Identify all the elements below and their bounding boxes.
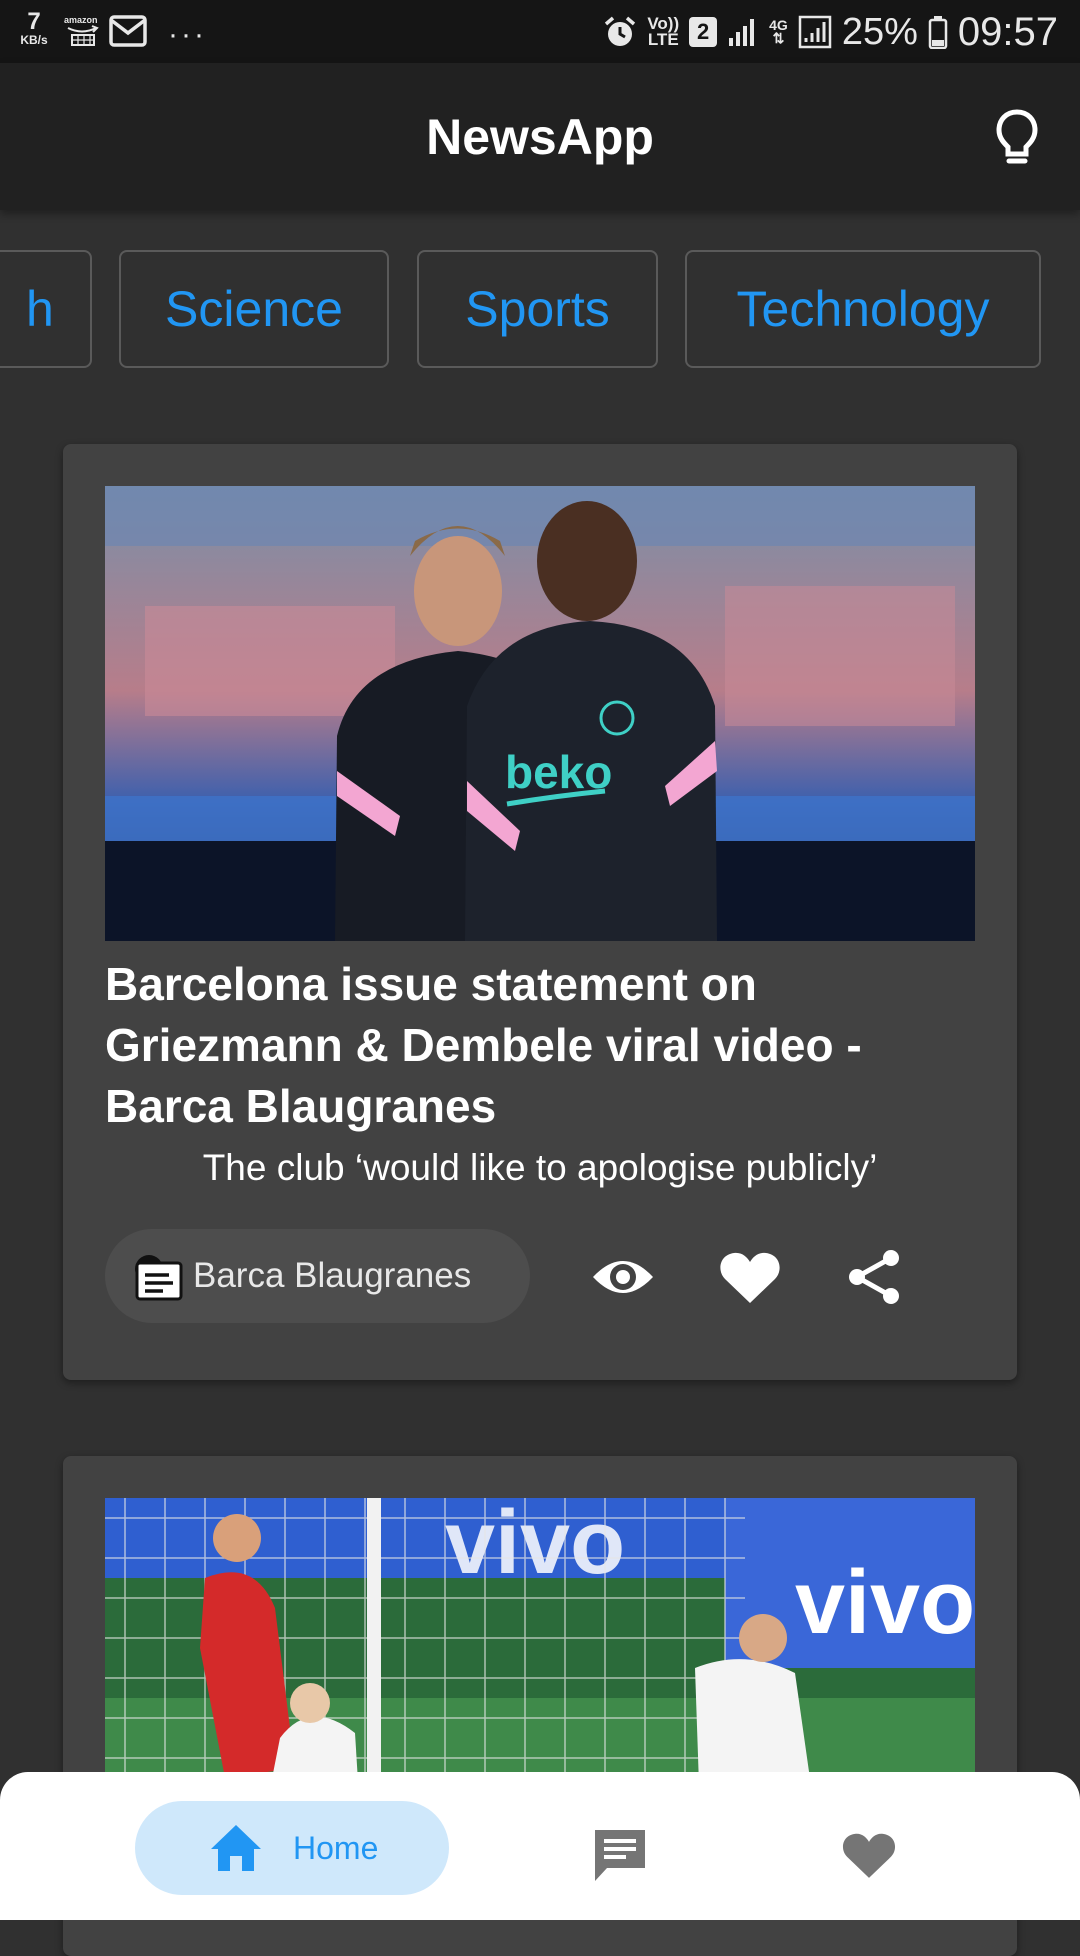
category-chips: h Science Sports Technology <box>0 210 1080 400</box>
category-chip-technology[interactable]: Technology <box>685 250 1041 368</box>
signal-box-icon <box>798 15 832 49</box>
svg-text:vivo: vivo <box>795 1553 975 1653</box>
article-image[interactable]: vivo vivo <box>105 1498 975 1814</box>
app-bar: NewsApp <box>0 63 1080 210</box>
net-speed: 7 KB/s <box>14 8 54 47</box>
clock: 09:57 <box>957 10 1058 54</box>
eye-icon[interactable] <box>590 1249 656 1305</box>
network-type: 4G ⇅ <box>769 19 788 46</box>
signal-icon <box>729 19 755 46</box>
home-icon <box>211 1825 261 1871</box>
chat-icon[interactable] <box>591 1826 649 1884</box>
status-bar: 7 KB/s amazon ··· Vo)) LTE 2 4G ⇅ 25% 09… <box>0 0 1080 63</box>
volte-bottom: LTE <box>647 30 679 49</box>
heart-icon[interactable] <box>840 1829 898 1881</box>
net-speed-unit: KB/s <box>20 33 48 47</box>
nav-home-label: Home <box>293 1830 379 1866</box>
source-chip[interactable]: Barca Blaugranes <box>105 1229 530 1323</box>
share-icon[interactable] <box>843 1249 909 1305</box>
svg-text:vivo: vivo <box>445 1498 625 1593</box>
volte-indicator: Vo)) LTE <box>647 15 679 49</box>
category-chip-science[interactable]: Science <box>119 250 389 368</box>
sim-indicator: 2 <box>689 17 718 47</box>
article-title[interactable]: Barcelona issue statement on Griezmann &… <box>105 954 975 1137</box>
category-chip-partial[interactable]: h <box>0 250 92 368</box>
status-right: Vo)) LTE 2 4G ⇅ 25% 09:57 <box>603 10 1058 54</box>
alarm-icon <box>605 16 636 46</box>
net-speed-value: 7 <box>27 8 41 35</box>
bottom-navigation: Home <box>0 1772 1080 1920</box>
heart-icon[interactable] <box>717 1249 783 1305</box>
nav-home[interactable]: Home <box>135 1801 449 1895</box>
newspaper-icon <box>135 1255 183 1301</box>
amazon-notification-icon: amazon <box>64 15 102 49</box>
article-description: The club ‘would like to apologise public… <box>202 1147 878 1188</box>
battery-percent: 25% <box>841 11 918 53</box>
category-chip-sports[interactable]: Sports <box>417 250 658 368</box>
article-image[interactable]: beko <box>105 486 975 941</box>
article-title-line: Griezmann & Dembele viral video - <box>105 1019 862 1071</box>
article-card[interactable]: beko Barcelona issue statement on Griezm… <box>63 444 1017 1380</box>
app-title: NewsApp <box>426 109 654 165</box>
more-notifications-icon: ··· <box>168 18 207 51</box>
article-title-line: Barca Blaugranes <box>105 1080 497 1132</box>
battery-icon <box>928 16 948 49</box>
article-title-line: Barcelona issue statement on <box>105 958 757 1010</box>
mail-icon <box>108 14 148 48</box>
lightbulb-icon[interactable] <box>995 108 1039 168</box>
source-name: Barca Blaugranes <box>193 1256 472 1295</box>
data-arrows-icon: ⇅ <box>772 30 785 46</box>
